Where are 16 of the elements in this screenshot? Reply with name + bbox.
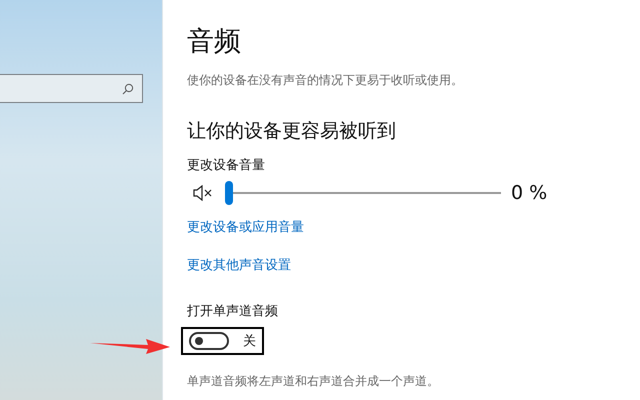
page-title: 音频 [187,25,241,59]
volume-label: 更改设备音量 [187,157,265,175]
search-icon [122,83,134,95]
volume-slider[interactable] [225,181,501,205]
mono-audio-label: 打开单声道音频 [187,303,278,321]
toggle-state: 关 [243,333,256,350]
search-field[interactable] [0,74,143,103]
mono-audio-description: 单声道音频将左声道和右声道合并成一个声道。 [187,373,439,389]
toggle-switch[interactable] [189,332,229,350]
settings-link[interactable]: 更改设备或应用音量 [187,219,304,237]
volume-reading: 0 % [511,182,548,204]
page-subtitle: 使你的设备在没有声音的情况下更易于收听或使用。 [187,72,463,88]
section-heading: 让你的设备更容易被听到 [187,119,396,144]
settings-link[interactable]: 更改其他声音设置 [187,257,291,275]
toggle-control[interactable]: 关 [181,327,264,355]
slider-thumb[interactable] [225,181,233,205]
